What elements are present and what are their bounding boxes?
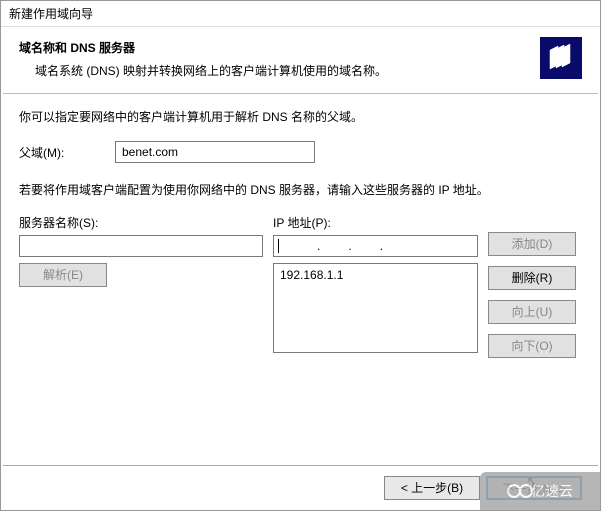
ip-address-input[interactable]: ...: [273, 235, 478, 257]
down-button[interactable]: 向下(O): [488, 334, 576, 358]
add-button[interactable]: 添加(D): [488, 232, 576, 256]
side-buttons: 添加(D) 删除(R) 向上(U) 向下(O): [488, 232, 582, 358]
window-title: 新建作用域向导: [1, 1, 600, 27]
ip-column: IP 地址(P): ... 192.168.1.1: [273, 214, 478, 353]
parent-domain-label: 父域(M):: [19, 144, 115, 161]
remove-button[interactable]: 删除(R): [488, 266, 576, 290]
ip-address-label: IP 地址(P):: [273, 214, 478, 231]
wizard-window: 新建作用域向导 域名称和 DNS 服务器 域名系统 (DNS) 映射并转换网络上…: [0, 0, 601, 511]
intro-text: 你可以指定要网络中的客户端计算机用于解析 DNS 名称的父域。: [19, 108, 582, 125]
files-icon: [540, 37, 582, 79]
watermark-text: 亿速云: [531, 481, 573, 501]
server-name-input[interactable]: [19, 235, 263, 257]
server-name-label: 服务器名称(S):: [19, 214, 263, 231]
up-button[interactable]: 向上(U): [488, 300, 576, 324]
server-name-column: 服务器名称(S): 解析(E): [19, 214, 263, 287]
wizard-content: 你可以指定要网络中的客户端计算机用于解析 DNS 名称的父域。 父域(M): b…: [1, 94, 600, 358]
dns-grid: 服务器名称(S): 解析(E) IP 地址(P): ... 192.168.1.…: [19, 214, 582, 358]
header-title: 域名称和 DNS 服务器: [19, 39, 584, 56]
watermark: 亿速云: [480, 472, 600, 510]
wizard-header: 域名称和 DNS 服务器 域名系统 (DNS) 映射并转换网络上的客户端计算机使…: [1, 27, 600, 89]
header-subtitle: 域名系统 (DNS) 映射并转换网络上的客户端计算机使用的域名称。: [19, 62, 584, 79]
resolve-button[interactable]: 解析(E): [19, 263, 107, 287]
back-button[interactable]: < 上一步(B): [384, 476, 480, 500]
ip-list[interactable]: 192.168.1.1: [273, 263, 478, 353]
parent-domain-input[interactable]: benet.com: [115, 141, 315, 163]
ip-list-item[interactable]: 192.168.1.1: [280, 268, 471, 282]
parent-domain-row: 父域(M): benet.com: [19, 141, 582, 163]
mid-text: 若要将作用域客户端配置为使用你网络中的 DNS 服务器，请输入这些服务器的 IP…: [19, 181, 582, 198]
footer-separator: [3, 465, 598, 466]
